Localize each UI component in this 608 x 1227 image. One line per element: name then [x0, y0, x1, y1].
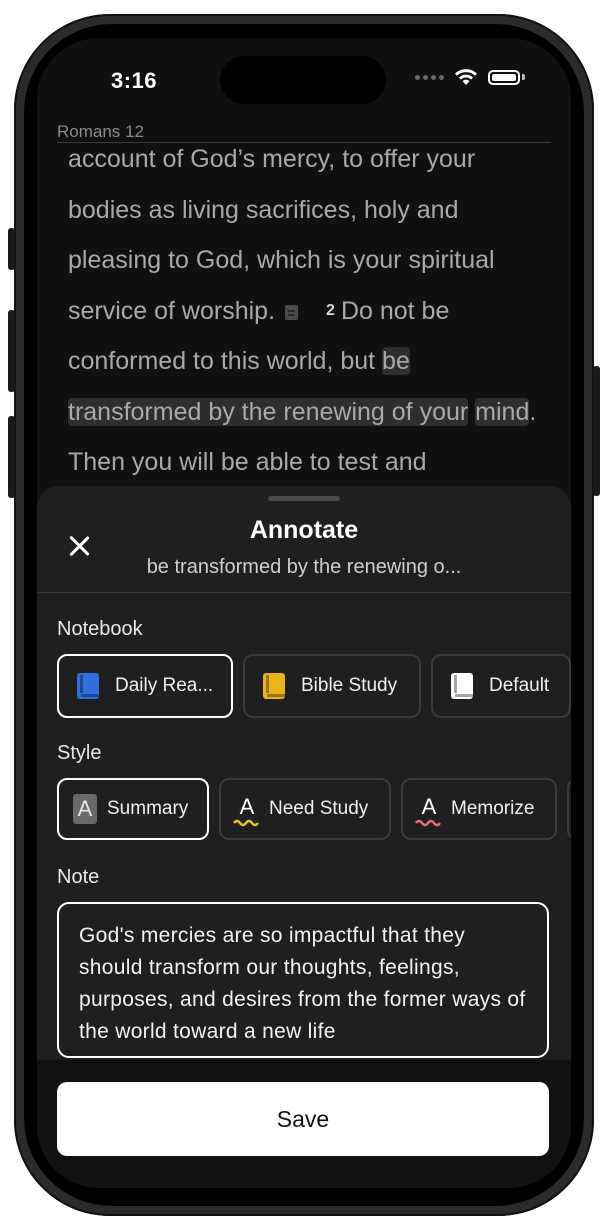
style-label: Style	[57, 742, 102, 764]
sheet-grabber[interactable]	[268, 496, 340, 501]
style-option-label: Summary	[107, 798, 189, 819]
verse-number: 2	[326, 301, 335, 319]
signal-icon	[415, 74, 444, 80]
style-option-label: Need Study	[269, 798, 369, 819]
notebook-option-label: Bible Study	[301, 675, 398, 696]
side-button-right	[593, 366, 600, 496]
note-textarea[interactable]: God's mercies are so impactful that they…	[57, 902, 549, 1058]
side-button-left-3	[8, 416, 15, 498]
note-label: Note	[57, 866, 100, 888]
style-option-need-study[interactable]: A Need Study	[219, 778, 391, 840]
battery-tip	[522, 74, 525, 80]
side-button-left-2	[8, 310, 15, 392]
notebook-option-bible-study[interactable]: Bible Study	[243, 654, 421, 718]
notebook-option-label: Daily Rea...	[115, 675, 214, 696]
style-option-memorize[interactable]: A Memorize	[401, 778, 557, 840]
need-study-style-icon: A	[233, 794, 259, 827]
notebook-option-daily-reading[interactable]: Daily Rea...	[57, 654, 233, 718]
highlighted-text[interactable]: transformed by the renewing of your	[68, 397, 469, 426]
notebook-selector: Daily Rea... Bible Study Default	[57, 654, 571, 718]
style-option-label: Memorize	[451, 798, 535, 819]
wifi-icon	[455, 69, 477, 85]
style-option-more[interactable]	[567, 778, 571, 840]
book-icon	[263, 673, 285, 699]
save-button[interactable]: Save	[57, 1082, 549, 1156]
memorize-style-icon: A	[415, 794, 441, 827]
book-icon	[77, 673, 99, 699]
dynamic-island	[220, 56, 386, 104]
book-icon	[451, 673, 473, 699]
screen: 3:16 Romans 12 account of God’s mercy, t…	[37, 38, 571, 1188]
bible-text[interactable]: account of God’s mercy, to offer your bo…	[68, 134, 548, 488]
notebook-option-default[interactable]: Default	[431, 654, 571, 718]
selected-text-preview: be transformed by the renewing o...	[146, 556, 462, 578]
side-button-left-1	[8, 228, 15, 270]
note-marker-icon[interactable]	[285, 304, 299, 320]
battery-icon	[488, 69, 520, 85]
notebook-label: Notebook	[57, 618, 143, 640]
status-time: 3:16	[111, 68, 158, 93]
annotate-sheet: Annotate be transformed by the renewing …	[37, 486, 571, 1188]
style-option-summary[interactable]: A Summary	[57, 778, 209, 840]
summary-style-icon: A	[73, 794, 97, 824]
notebook-option-label: Default	[489, 675, 550, 696]
style-selector: A Summary A Need Study A Memorize	[57, 778, 571, 840]
sheet-footer: Save	[37, 1060, 571, 1188]
sheet-divider	[37, 592, 571, 593]
sheet-title: Annotate	[249, 516, 359, 544]
status-indicators	[415, 68, 525, 86]
highlighted-text[interactable]: be	[382, 347, 410, 375]
highlighted-text[interactable]: mind	[475, 397, 530, 426]
